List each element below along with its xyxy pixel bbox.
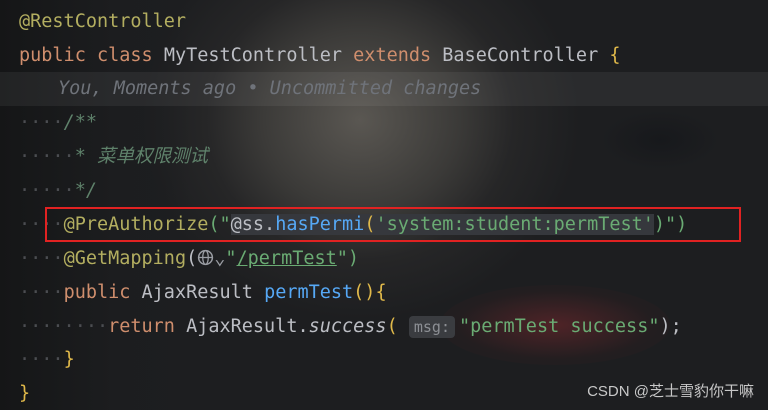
method-name: permTest [264, 282, 354, 303]
code-line-8[interactable]: ····@GetMapping( ⌄"/permTest") [19, 242, 359, 275]
statement-end: ); [659, 316, 682, 337]
code-line-2[interactable]: public class MyTestController extends Ba… [19, 39, 621, 72]
string-close: ") [336, 248, 360, 269]
keyword-extends: extends [353, 45, 432, 66]
code-line-9[interactable]: ····public AjaxResult permTest(){ [19, 276, 387, 309]
indent-guide: ···· [19, 349, 64, 370]
class-name: MyTestController [163, 45, 343, 66]
code-line-1[interactable]: @RestController [19, 5, 186, 38]
string-quote: " [225, 248, 237, 269]
javadoc-open: /** [63, 112, 97, 133]
indent-guide: ···· [19, 282, 64, 303]
indent-guide: ········ [19, 316, 109, 337]
parameter-hint: msg: [408, 316, 455, 338]
keyword-class: class [96, 45, 153, 66]
mapping-path[interactable]: /permTest [237, 248, 337, 269]
indent-guide: ···· [19, 112, 64, 133]
blame-text: You, Moments ago • Uncommitted changes [58, 78, 482, 99]
keyword-public: public [19, 45, 86, 66]
class-close-brace: } [19, 383, 31, 404]
success-call: success [308, 316, 387, 337]
paren-open: ( [386, 316, 398, 337]
javadoc-text: * 菜单权限测试 [74, 146, 208, 167]
javadoc-close: */ [74, 180, 97, 201]
code-editor[interactable]: @RestController public class MyTestContr… [0, 0, 768, 410]
indent-guide: ····· [19, 180, 75, 201]
code-line-12[interactable]: } [19, 377, 30, 410]
class-ref: AjaxResult. [186, 316, 309, 337]
indent-guide: ····· [19, 146, 75, 167]
rest-controller-annotation: @RestController [19, 11, 187, 32]
code-line-10[interactable]: ········return AjaxResult.success( msg: "… [19, 310, 682, 343]
keyword-return: return [108, 316, 175, 337]
highlight-box [45, 207, 741, 242]
paren-open: ( [186, 248, 198, 269]
code-line-11[interactable]: ····} [19, 343, 75, 376]
code-line-6[interactable]: ·····*/ [19, 174, 97, 207]
return-string: "permTest success" [458, 316, 660, 337]
csdn-watermark: CSDN @芝士雪豹你干嘛 [587, 383, 754, 400]
background-image-eye [600, 110, 720, 170]
method-open: (){ [353, 282, 387, 303]
method-close-brace: } [63, 349, 75, 370]
indent-guide: ···· [19, 248, 64, 269]
code-line-5[interactable]: ·····* 菜单权限测试 [19, 140, 208, 173]
globe-icon[interactable] [197, 249, 214, 266]
open-brace: { [609, 45, 621, 66]
code-line-4[interactable]: ····/** [19, 106, 97, 139]
getmapping-annotation: @GetMapping [63, 248, 187, 269]
keyword-public: public [63, 282, 131, 303]
chevron-down-icon[interactable]: ⌄ [214, 248, 225, 269]
return-type: AjaxResult [141, 282, 253, 303]
parent-class-name: BaseController [442, 45, 599, 66]
blame-annotation[interactable]: You, Moments ago • Uncommitted changes [58, 72, 481, 105]
